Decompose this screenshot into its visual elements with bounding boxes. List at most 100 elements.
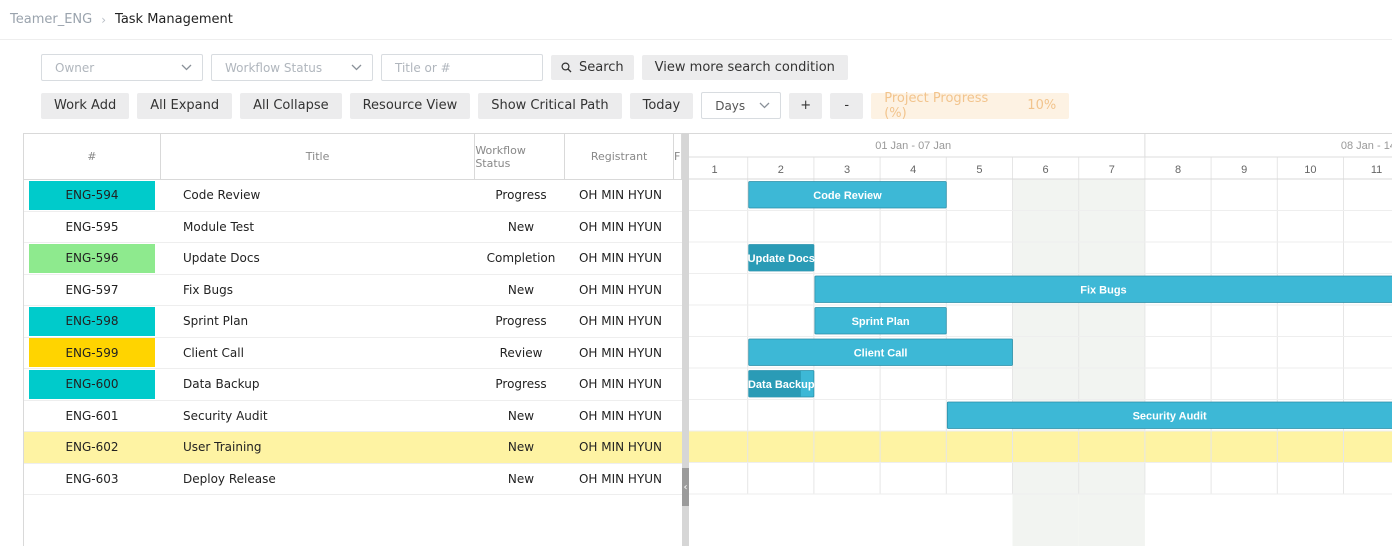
task-registrant: OH MIN HYUN [578, 251, 663, 266]
panel-splitter[interactable]: ‹ [682, 133, 689, 546]
task-registrant: OH MIN HYUN [578, 314, 663, 329]
chevron-down-icon [759, 99, 770, 112]
search-button-label: Search [579, 60, 624, 75]
task-title[interactable]: Sprint Plan [161, 314, 476, 328]
zoom-in-button[interactable]: + [789, 92, 823, 119]
all-expand-button[interactable]: All Expand [137, 92, 233, 119]
task-grid: # Title Workflow Status Registrant F ENG… [23, 133, 682, 546]
day-label: 7 [1109, 164, 1115, 176]
gantt-toolbar: Work Add All Expand All Collapse Resourc… [41, 90, 1070, 121]
task-title[interactable]: Security Audit [161, 409, 476, 423]
project-progress-value: 10% [1027, 98, 1057, 113]
task-registrant: OH MIN HYUN [578, 440, 663, 455]
day-label: 3 [844, 164, 850, 176]
task-workflow-status: New [507, 219, 535, 234]
task-id[interactable]: ENG-602 [29, 433, 155, 462]
day-label: 1 [712, 164, 718, 176]
task-workflow-status: Progress [495, 314, 547, 329]
task-id[interactable]: ENG-598 [29, 306, 155, 336]
day-label: 6 [1043, 164, 1049, 176]
task-workflow-status: New [507, 408, 535, 423]
column-header-truncated[interactable]: F [674, 134, 682, 179]
task-id[interactable]: ENG-597 [29, 275, 155, 304]
task-id[interactable]: ENG-595 [29, 212, 155, 241]
owner-select-label: Owner [55, 60, 95, 75]
critical-path-button[interactable]: Show Critical Path [478, 92, 622, 119]
task-id-cell: ENG-596 [24, 243, 161, 274]
task-title[interactable]: Fix Bugs [161, 283, 476, 297]
workflow-status-select-label: Workflow Status [225, 60, 323, 75]
today-button[interactable]: Today [629, 92, 694, 119]
task-id[interactable]: ENG-594 [29, 180, 155, 210]
task-id[interactable]: ENG-601 [29, 401, 155, 430]
table-row[interactable]: ENG-602 User Training New OH MIN HYUN [24, 432, 682, 464]
task-id-cell: ENG-598 [24, 306, 161, 337]
all-collapse-button[interactable]: All Collapse [240, 92, 342, 119]
task-title[interactable]: User Training [161, 440, 476, 454]
project-progress-label: Project Progress (%) [884, 90, 989, 121]
task-id-cell: ENG-597 [24, 275, 161, 306]
chevron-right-icon: › [101, 12, 107, 27]
collapse-left-icon[interactable]: ‹ [682, 468, 689, 506]
task-id[interactable]: ENG-596 [29, 243, 155, 273]
title-search-placeholder: Title or # [395, 60, 451, 75]
more-search-conditions-button[interactable]: View more search condition [641, 55, 848, 80]
task-bar-label: Data Backup [748, 379, 815, 391]
day-label: 9 [1241, 164, 1247, 176]
weekend-column [1012, 179, 1079, 546]
task-title[interactable]: Data Backup [161, 377, 476, 391]
task-title[interactable]: Client Call [161, 346, 476, 360]
task-registrant: OH MIN HYUN [578, 219, 663, 234]
task-workflow-status: Progress [495, 377, 547, 392]
work-add-button[interactable]: Work Add [41, 92, 130, 119]
resource-view-button[interactable]: Resource View [349, 92, 471, 119]
task-id[interactable]: ENG-600 [29, 369, 155, 399]
task-id[interactable]: ENG-599 [29, 338, 155, 368]
table-row[interactable]: ENG-595 Module Test New OH MIN HYUN [24, 212, 682, 243]
table-row[interactable]: ENG-603 Deploy Release New OH MIN HYUN [24, 464, 682, 495]
task-id-cell: ENG-594 [24, 180, 161, 211]
search-filters: Owner Workflow Status Title or # Search … [41, 54, 848, 81]
task-title[interactable]: Deploy Release [161, 472, 476, 486]
search-button[interactable]: Search [551, 55, 634, 80]
table-row[interactable]: ENG-598 Sprint Plan Progress OH MIN HYUN [24, 306, 682, 338]
task-bar-label: Sprint Plan [852, 316, 910, 328]
project-progress: Project Progress (%) 10% [871, 90, 1070, 121]
day-label: 11 [1371, 164, 1382, 176]
task-id-cell: ENG-599 [24, 338, 161, 369]
chevron-down-icon [181, 61, 192, 74]
task-workflow-status: Review [499, 345, 543, 360]
week-label: 01 Jan - 07 Jan [875, 140, 951, 152]
table-row[interactable]: ENG-597 Fix Bugs New OH MIN HYUN [24, 275, 682, 306]
breadcrumb-root[interactable]: Teamer_ENG [10, 12, 92, 27]
table-row[interactable]: ENG-600 Data Backup Progress OH MIN HYUN [24, 369, 682, 401]
page-title: Task Management [115, 12, 233, 27]
scale-select-label: Days [715, 98, 746, 113]
workflow-status-select[interactable]: Workflow Status [211, 54, 373, 81]
task-registrant: OH MIN HYUN [578, 377, 663, 392]
table-row[interactable]: ENG-594 Code Review Progress OH MIN HYUN [24, 180, 682, 212]
table-row[interactable]: ENG-596 Update Docs Completion OH MIN HYUN [24, 243, 682, 275]
scale-select[interactable]: Days [701, 92, 782, 119]
owner-select[interactable]: Owner [41, 54, 203, 81]
column-header-title[interactable]: Title [161, 134, 476, 179]
task-id-cell: ENG-602 [24, 432, 161, 463]
task-registrant: OH MIN HYUN [578, 345, 663, 360]
zoom-out-button[interactable]: - [830, 92, 864, 119]
day-label: 5 [976, 164, 982, 176]
title-search-input[interactable]: Title or # [381, 54, 543, 81]
column-header-workflow-status[interactable]: Workflow Status [475, 134, 566, 179]
table-row[interactable]: ENG-601 Security Audit New OH MIN HYUN [24, 401, 682, 432]
column-header-registrant[interactable]: Registrant [565, 134, 674, 179]
weekend-column [1078, 179, 1145, 546]
table-row[interactable]: ENG-599 Client Call Review OH MIN HYUN [24, 338, 682, 369]
day-label: 4 [910, 164, 916, 176]
task-id-cell: ENG-601 [24, 401, 161, 432]
task-title[interactable]: Update Docs [161, 251, 476, 265]
task-title[interactable]: Code Review [161, 188, 476, 202]
column-header-id[interactable]: # [24, 134, 161, 179]
task-registrant: OH MIN HYUN [578, 471, 663, 486]
task-title[interactable]: Module Test [161, 220, 476, 234]
task-id[interactable]: ENG-603 [29, 464, 155, 493]
task-bar-label: Update Docs [748, 253, 815, 265]
